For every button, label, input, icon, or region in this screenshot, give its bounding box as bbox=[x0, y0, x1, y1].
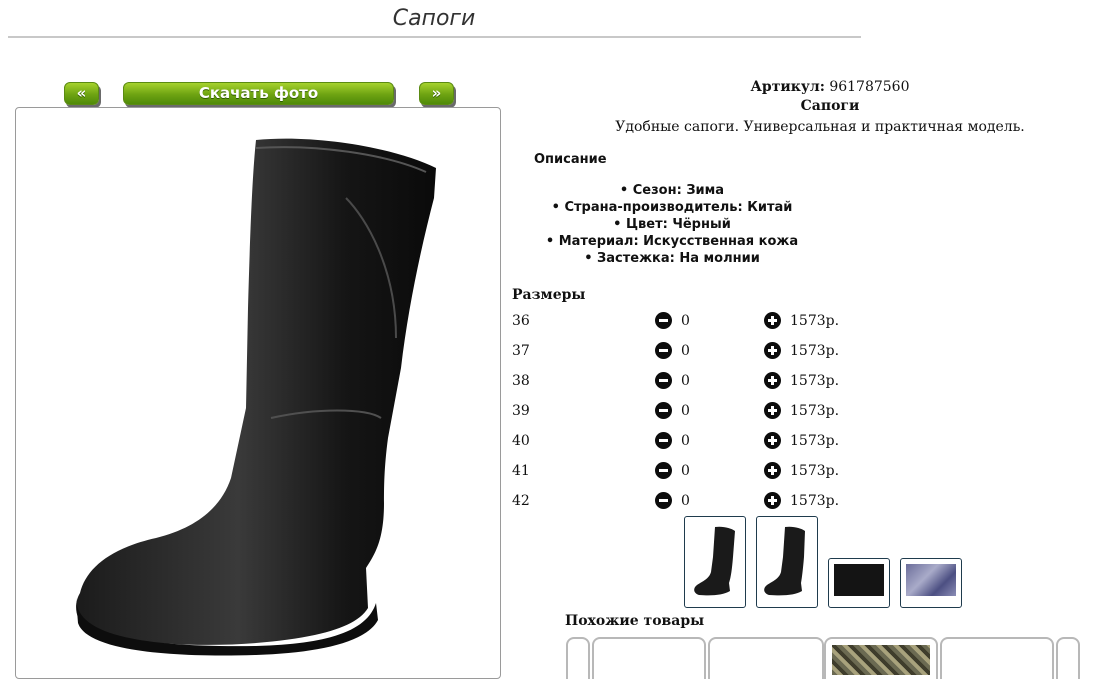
minus-icon[interactable] bbox=[655, 432, 672, 449]
page-title: Сапоги bbox=[392, 6, 476, 31]
boot-image bbox=[76, 138, 437, 656]
plus-icon[interactable] bbox=[764, 312, 781, 329]
quantity-value: 0 bbox=[681, 433, 690, 449]
product-name: Сапоги bbox=[800, 98, 860, 114]
next-photo-button[interactable]: » bbox=[419, 82, 454, 105]
boot-thumbnail-image bbox=[764, 526, 805, 596]
thumbnail-boot-side[interactable] bbox=[684, 516, 746, 608]
article-line: Артикул: 961787560 bbox=[530, 79, 1108, 95]
prev-photo-button[interactable]: « bbox=[64, 82, 99, 105]
similar-product-card[interactable] bbox=[824, 637, 938, 679]
plus-icon[interactable] bbox=[764, 372, 781, 389]
size-label: 39 bbox=[512, 403, 530, 419]
size-row: 37 0 1573р. bbox=[512, 341, 852, 361]
size-label: 37 bbox=[512, 343, 530, 359]
title-divider bbox=[8, 36, 861, 38]
price-value: 1573р. bbox=[790, 373, 840, 389]
similar-scroll-right[interactable] bbox=[1056, 637, 1080, 679]
quantity-value: 0 bbox=[681, 403, 690, 419]
lining-swatch bbox=[906, 564, 956, 596]
sizes-heading: Размеры bbox=[512, 287, 586, 303]
size-label: 40 bbox=[512, 433, 530, 449]
similar-product-image bbox=[832, 645, 930, 675]
price-value: 1573р. bbox=[790, 343, 840, 359]
description-heading: Описание bbox=[534, 152, 607, 167]
price-value: 1573р. bbox=[790, 313, 840, 329]
price-value: 1573р. bbox=[790, 493, 840, 509]
minus-icon[interactable] bbox=[655, 312, 672, 329]
size-label: 38 bbox=[512, 373, 530, 389]
plus-icon[interactable] bbox=[764, 402, 781, 419]
minus-icon[interactable] bbox=[655, 492, 672, 509]
similar-product-card[interactable] bbox=[592, 637, 706, 679]
thumbnail-lining[interactable] bbox=[900, 558, 962, 608]
plus-icon[interactable] bbox=[764, 432, 781, 449]
article-value: 961787560 bbox=[829, 79, 910, 95]
price-value: 1573р. bbox=[790, 433, 840, 449]
article-label: Артикул: bbox=[750, 79, 825, 95]
size-label: 36 bbox=[512, 313, 530, 329]
boot-thumbnail-image bbox=[694, 526, 735, 596]
price-value: 1573р. bbox=[790, 403, 840, 419]
size-row: 39 0 1573р. bbox=[512, 401, 852, 421]
similar-product-card[interactable] bbox=[708, 637, 824, 679]
minus-icon[interactable] bbox=[655, 372, 672, 389]
plus-icon[interactable] bbox=[764, 342, 781, 359]
download-photo-button[interactable]: Скачать фото bbox=[123, 82, 394, 105]
minus-icon[interactable] bbox=[655, 462, 672, 479]
size-row: 36 0 1573р. bbox=[512, 311, 852, 331]
plus-icon[interactable] bbox=[764, 462, 781, 479]
attribute-country: Страна-производитель: Китай bbox=[520, 199, 824, 216]
size-row: 38 0 1573р. bbox=[512, 371, 852, 391]
similar-products-heading: Похожие товары bbox=[565, 613, 705, 629]
size-row: 40 0 1573р. bbox=[512, 431, 852, 451]
main-product-photo bbox=[15, 107, 501, 679]
material-swatch bbox=[834, 564, 884, 596]
quantity-value: 0 bbox=[681, 343, 690, 359]
thumbnail-boot-front[interactable] bbox=[756, 516, 818, 608]
quantity-value: 0 bbox=[681, 373, 690, 389]
attribute-season: Сезон: Зима bbox=[520, 182, 824, 199]
attribute-fastener: Застежка: На молнии bbox=[520, 250, 824, 267]
similar-product-card[interactable] bbox=[940, 637, 1054, 679]
quantity-value: 0 bbox=[681, 493, 690, 509]
minus-icon[interactable] bbox=[655, 402, 672, 419]
attribute-material: Материал: Искусственная кожа bbox=[520, 233, 824, 250]
quantity-value: 0 bbox=[681, 463, 690, 479]
similar-scroll-left[interactable] bbox=[566, 637, 590, 679]
plus-icon[interactable] bbox=[764, 492, 781, 509]
attribute-list: Сезон: Зима Страна-производитель: Китай … bbox=[520, 182, 824, 267]
size-label: 42 bbox=[512, 493, 530, 509]
size-row: 41 0 1573р. bbox=[512, 461, 852, 481]
quantity-value: 0 bbox=[681, 313, 690, 329]
product-short-description: Удобные сапоги. Универсальная и практичн… bbox=[615, 119, 1025, 135]
size-label: 41 bbox=[512, 463, 530, 479]
thumbnail-material[interactable] bbox=[828, 558, 890, 608]
price-value: 1573р. bbox=[790, 463, 840, 479]
minus-icon[interactable] bbox=[655, 342, 672, 359]
size-row: 42 0 1573р. bbox=[512, 491, 852, 511]
attribute-color: Цвет: Чёрный bbox=[520, 216, 824, 233]
